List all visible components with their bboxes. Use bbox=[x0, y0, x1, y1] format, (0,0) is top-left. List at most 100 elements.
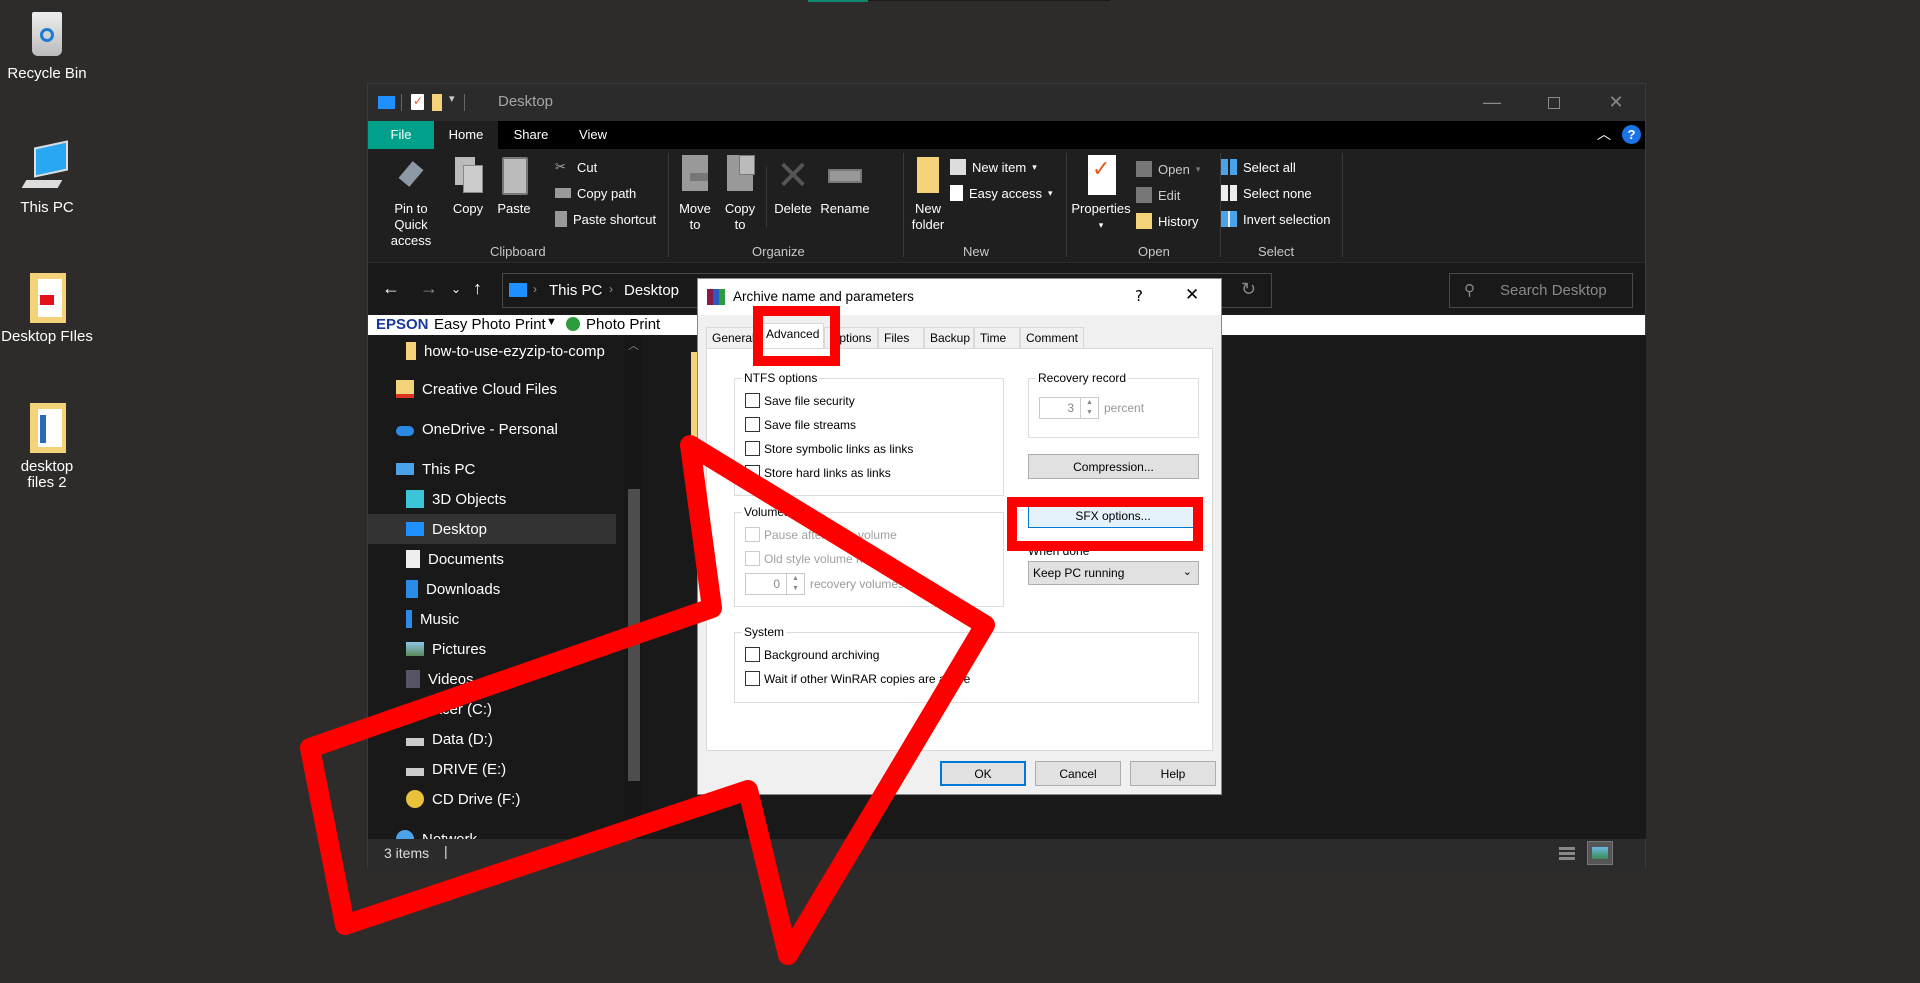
desktop-icon-desktop-files-2[interactable]: desktop files 2 bbox=[0, 401, 94, 491]
computer-icon bbox=[396, 463, 414, 475]
nav-item[interactable]: OneDrive - Personal bbox=[368, 414, 616, 444]
customize-quick-access-icon[interactable]: ▾ bbox=[449, 92, 455, 105]
scroll-down-icon[interactable]: ﹀ bbox=[628, 821, 639, 837]
pin-to-quick-access-button[interactable]: Pin to Quick access bbox=[376, 149, 446, 249]
tab-backup[interactable]: Backup bbox=[924, 327, 974, 348]
pause-after-volume-checkbox[interactable]: Pause after each volume bbox=[745, 527, 897, 542]
rename-button[interactable]: Rename bbox=[818, 149, 872, 217]
scrollbar-thumb[interactable] bbox=[628, 489, 640, 781]
back-button[interactable]: ← bbox=[382, 278, 400, 299]
paste-button[interactable]: Paste bbox=[490, 149, 538, 217]
store-symbolic-links-checkbox[interactable]: Store symbolic links as links bbox=[745, 441, 913, 456]
new-folder-quick-icon[interactable] bbox=[432, 94, 442, 111]
recovery-volumes-spinner[interactable]: 0 ▲ ▼ bbox=[745, 573, 805, 595]
properties-quick-icon[interactable]: ✓ bbox=[411, 94, 424, 110]
nav-item-label: OneDrive - Personal bbox=[422, 420, 558, 438]
nav-item[interactable]: Desktop bbox=[368, 514, 616, 544]
compression-button[interactable]: Compression... bbox=[1028, 454, 1199, 479]
copy-button[interactable]: Copy bbox=[448, 149, 488, 217]
collapse-ribbon-icon[interactable]: ︿ bbox=[1597, 124, 1611, 144]
invert-selection-button[interactable]: Invert selection bbox=[1221, 209, 1330, 229]
large-icons-view-icon[interactable] bbox=[1587, 841, 1613, 865]
new-folder-button[interactable]: New folder bbox=[904, 149, 952, 233]
nav-item[interactable]: how-to-use-ezyzip-to-comp bbox=[368, 336, 616, 366]
forward-button[interactable]: → bbox=[420, 278, 438, 299]
tab-time[interactable]: Time bbox=[974, 327, 1020, 348]
save-file-security-checkbox[interactable]: Save file security bbox=[745, 393, 855, 408]
divider bbox=[668, 153, 669, 257]
recent-locations-button[interactable]: ⌄ bbox=[451, 282, 461, 296]
close-icon[interactable]: ✕ bbox=[1185, 285, 1199, 305]
close-button[interactable]: ✕ bbox=[1585, 84, 1647, 121]
help-icon[interactable]: ? bbox=[1622, 125, 1641, 144]
breadcrumb-desktop[interactable]: Desktop bbox=[624, 282, 679, 299]
save-file-streams-checkbox[interactable]: Save file streams bbox=[745, 417, 856, 432]
copy-path-button[interactable]: Copy path bbox=[555, 183, 636, 203]
select-none-button[interactable]: Select none bbox=[1221, 183, 1312, 203]
documents-icon bbox=[406, 550, 420, 568]
breadcrumb-this-pc[interactable]: This PC bbox=[549, 282, 602, 299]
help-button[interactable]: Help bbox=[1130, 761, 1216, 786]
tab-home[interactable]: Home bbox=[434, 121, 498, 149]
easy-photo-print-button[interactable]: Easy Photo Print bbox=[434, 316, 546, 333]
maximize-button[interactable] bbox=[1523, 84, 1585, 121]
nav-item-label: Network bbox=[422, 830, 478, 840]
nav-item[interactable]: Music bbox=[368, 604, 616, 634]
copy-to-button[interactable]: Copy to bbox=[718, 149, 762, 233]
item-count: 3 items bbox=[384, 845, 430, 861]
nav-item[interactable]: Downloads bbox=[368, 574, 616, 604]
recovery-record-spinner[interactable]: 3 ▲ ▼ bbox=[1039, 397, 1099, 419]
store-hard-links-checkbox[interactable]: Store hard links as links bbox=[745, 465, 891, 480]
old-style-names-checkbox[interactable]: Old style volume names bbox=[745, 551, 892, 566]
tab-share[interactable]: Share bbox=[498, 121, 564, 149]
ribbon-tabs: File Home Share View ︿ ? bbox=[368, 121, 1645, 149]
nav-item[interactable]: 3D Objects bbox=[368, 484, 616, 514]
paste-shortcut-button[interactable]: Paste shortcut bbox=[555, 209, 656, 229]
wait-other-copies-checkbox[interactable]: Wait if other WinRAR copies are active bbox=[745, 671, 970, 686]
history-button[interactable]: History bbox=[1136, 211, 1198, 231]
delete-button[interactable]: ✕ Delete bbox=[768, 149, 818, 217]
background-archiving-checkbox[interactable]: Background archiving bbox=[745, 647, 879, 662]
nav-item[interactable]: Acer (C:) bbox=[368, 694, 616, 724]
help-icon[interactable]: ? bbox=[1135, 287, 1143, 305]
search-input[interactable]: ⚲ Search Desktop bbox=[1449, 273, 1633, 308]
spinner-arrows-icon[interactable]: ▲ ▼ bbox=[786, 574, 804, 594]
nav-item[interactable]: Pictures bbox=[368, 634, 616, 664]
move-to-button[interactable]: Move to bbox=[673, 149, 717, 233]
nav-item[interactable]: Videos bbox=[368, 664, 616, 694]
nav-item[interactable]: DRIVE (E:) bbox=[368, 754, 616, 784]
chevron-down-icon[interactable]: ▼ bbox=[546, 316, 557, 328]
nav-item[interactable]: Documents bbox=[368, 544, 616, 574]
select-all-button[interactable]: Select all bbox=[1221, 157, 1296, 177]
desktop-icon-recycle-bin[interactable]: Recycle Bin bbox=[0, 8, 94, 82]
when-done-select[interactable]: Keep PC running ⌄ bbox=[1028, 561, 1199, 585]
nav-item[interactable]: Creative Cloud Files bbox=[368, 374, 616, 404]
refresh-icon[interactable]: ↻ bbox=[1241, 279, 1256, 300]
tab-files[interactable]: Files bbox=[878, 327, 924, 348]
photo-print-button[interactable]: Photo Print bbox=[586, 316, 660, 333]
nav-item[interactable]: Data (D:) bbox=[368, 724, 616, 754]
new-item-button[interactable]: New item ▾ bbox=[950, 157, 1037, 177]
tab-view[interactable]: View bbox=[564, 121, 622, 149]
nav-item[interactable]: Network bbox=[368, 824, 616, 839]
desktop-icon-this-pc[interactable]: This PC bbox=[0, 140, 94, 216]
spinner-arrows-icon[interactable]: ▲ ▼ bbox=[1080, 398, 1098, 418]
nav-item[interactable]: CD Drive (F:) bbox=[368, 784, 616, 814]
nav-scrollbar[interactable]: ︿ ﹀ bbox=[625, 335, 642, 839]
tab-file[interactable]: File bbox=[368, 121, 434, 149]
nav-item[interactable]: This PC bbox=[368, 454, 616, 484]
up-button[interactable]: ↑ bbox=[473, 278, 482, 299]
scroll-up-icon[interactable]: ︿ bbox=[628, 337, 639, 353]
ok-button[interactable]: OK bbox=[940, 761, 1026, 786]
properties-button[interactable]: ✓ Properties ▾ bbox=[1068, 149, 1134, 233]
minimize-button[interactable]: — bbox=[1461, 84, 1523, 121]
desktop-icon-desktop-files[interactable]: Desktop FIles bbox=[0, 271, 94, 345]
edit-button[interactable]: Edit bbox=[1136, 185, 1180, 205]
cut-button[interactable]: ✂ Cut bbox=[555, 157, 597, 177]
tab-comment[interactable]: Comment bbox=[1020, 327, 1084, 348]
pictures-icon bbox=[406, 642, 424, 656]
easy-access-button[interactable]: Easy access ▾ bbox=[950, 183, 1053, 203]
details-view-icon[interactable] bbox=[1559, 845, 1579, 861]
open-button[interactable]: Open ▾ bbox=[1136, 159, 1200, 179]
cancel-button[interactable]: Cancel bbox=[1035, 761, 1121, 786]
